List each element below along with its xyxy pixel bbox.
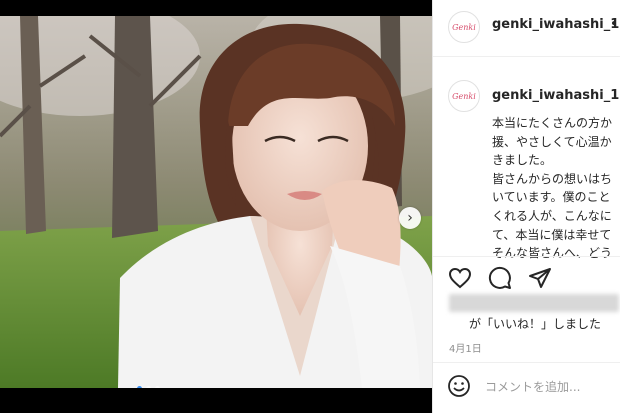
- caption-line: 援、やさしくて心温か: [492, 134, 612, 149]
- heart-icon[interactable]: [448, 266, 472, 290]
- caption-line: 本当にたくさんの方か: [492, 116, 613, 130]
- header-username[interactable]: genki_iwahashi_17: [492, 17, 620, 32]
- caption-username[interactable]: genki_iwahashi_17: [492, 88, 620, 103]
- caption-line: くれる人が、こんなに: [492, 208, 612, 223]
- caption-line: 皆さんからの想いはち: [492, 171, 613, 186]
- carousel-dot: [155, 386, 160, 388]
- carousel-dot: [146, 386, 151, 388]
- carousel-indicators: [137, 386, 160, 388]
- post-caption: 本当にたくさんの方か 援、やさしくて心温か きました。 皆さんからの想いはち い…: [492, 114, 620, 263]
- photo-illustration: [0, 16, 432, 388]
- caption-author: genki_iwahashi_17岩: [492, 84, 620, 103]
- smiley-icon[interactable]: [447, 374, 471, 402]
- caption-line: きました。: [492, 153, 553, 168]
- paper-plane-icon[interactable]: [528, 266, 552, 290]
- instagram-post-window: › Genki genki_iwahashi_17 • Genki genki_…: [0, 0, 620, 413]
- caption-line: て、本当に僕は幸せて: [492, 227, 612, 242]
- caption-line: そんな皆さんへ、どう: [492, 246, 613, 261]
- header-separator: •: [610, 17, 618, 32]
- carousel-next-button[interactable]: ›: [399, 207, 421, 229]
- carousel-dot: [137, 386, 142, 388]
- post-date[interactable]: 4月1日: [449, 340, 482, 355]
- likes-text: が「いいね！」しました: [469, 317, 602, 331]
- comment-divider: [433, 362, 620, 363]
- likes-blurred-names: [449, 294, 619, 312]
- post-photo[interactable]: ›: [0, 16, 432, 388]
- caption-avatar[interactable]: Genki: [448, 80, 480, 112]
- post-side-panel: Genki genki_iwahashi_17 • Genki genki_iw…: [432, 0, 620, 413]
- comment-bubble-icon[interactable]: [488, 266, 512, 290]
- chevron-right-icon: ›: [407, 210, 413, 226]
- actions-divider: [433, 256, 620, 257]
- action-bar: [448, 266, 552, 290]
- avatar[interactable]: Genki: [448, 11, 480, 43]
- comment-input[interactable]: コメントを追加...: [485, 378, 580, 395]
- caption-line: いています。僕のこと: [492, 190, 611, 205]
- post-header: Genki genki_iwahashi_17 •: [433, 0, 620, 57]
